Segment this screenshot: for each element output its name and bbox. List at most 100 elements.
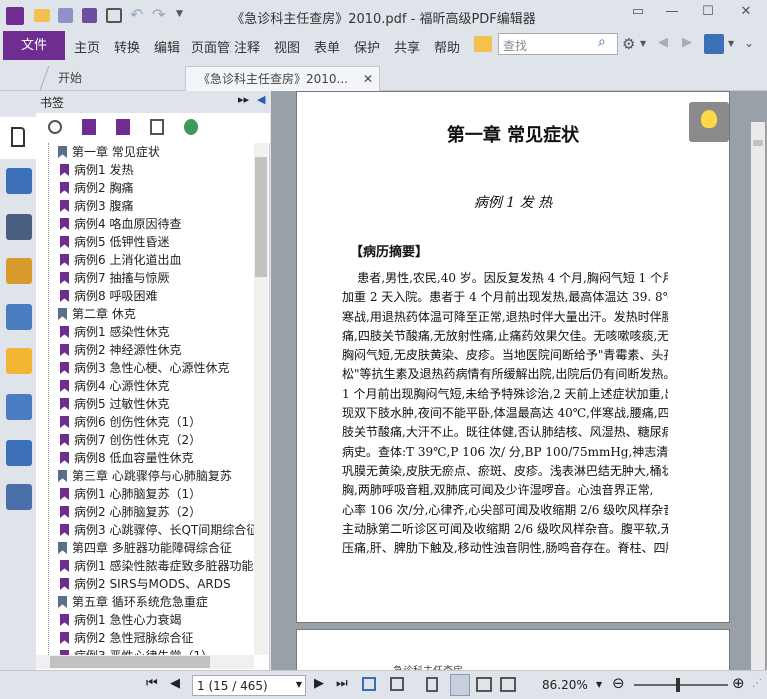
bookmark-item[interactable]: 病例1 感染性休克 (60, 323, 169, 341)
bookmark-item[interactable]: 病例3 腹痛 (60, 197, 133, 215)
bookmark-item[interactable]: 病例2 急性冠脉综合征 (60, 629, 193, 647)
expand-panel-icon[interactable]: ▸▸ (238, 93, 249, 106)
collapse-panel-icon[interactable]: ◀ (257, 93, 265, 106)
bookmark-item[interactable]: 病例6 创伤性休克（1） (60, 413, 201, 431)
zoom-slider-track[interactable] (634, 684, 728, 686)
hscroll-thumb[interactable] (50, 656, 210, 668)
resize-grip-icon[interactable]: ⋰ (752, 678, 762, 689)
bookmark-item[interactable]: 病例1 感染性脓毒症致多脏器功能 (60, 557, 253, 575)
new-bookmark-icon[interactable] (150, 119, 164, 135)
user-avatar-icon[interactable] (704, 34, 724, 54)
doc-scroll-thumb[interactable] (753, 140, 763, 146)
continuous-facing-icon[interactable] (500, 677, 516, 692)
bookmark-item[interactable]: 病例3 心跳骤停、长QT间期综合征 (60, 521, 254, 539)
menu-view[interactable]: 视图 (274, 37, 300, 56)
delete-bookmark-icon[interactable] (184, 119, 198, 135)
bookmark-item[interactable]: 病例1 发热 (60, 161, 133, 179)
page-dropdown-icon[interactable]: ▼ (296, 680, 302, 689)
previous-view-icon[interactable] (362, 677, 376, 691)
restore-ribbon-icon[interactable]: ▭ (626, 4, 650, 24)
tab-start[interactable]: 开始 (58, 66, 82, 91)
zoom-in-icon[interactable]: ⊕ (732, 674, 745, 692)
scroll-thumb[interactable] (255, 157, 267, 277)
menu-form[interactable]: 表单 (314, 37, 340, 56)
bookmark-chapter[interactable]: 第五章 循环系统危急重症 (58, 593, 208, 611)
tell-me-icon[interactable] (474, 36, 492, 52)
close-tab-icon[interactable]: ✕ (363, 67, 373, 91)
tab-document[interactable]: 《急诊科主任查房》2010... ✕ (185, 66, 380, 91)
bookmark-item[interactable]: 病例8 呼吸困难 (60, 287, 157, 305)
hint-button[interactable] (689, 102, 729, 142)
next-page-icon[interactable]: ▶ (314, 676, 324, 691)
bookmark-item[interactable]: 病例5 低钾性昏迷 (60, 233, 169, 251)
bookmark-item[interactable]: 病例2 胸痛 (60, 179, 133, 197)
bookmark-icon (60, 218, 69, 230)
menu-comment[interactable]: 注释 (234, 37, 260, 56)
close-window-icon[interactable]: ✕ (734, 4, 758, 24)
bookmark-chapter[interactable]: 第三章 心跳骤停与心肺脑复苏 (58, 467, 232, 485)
zoom-slider-thumb[interactable] (676, 678, 680, 692)
layers-icon[interactable] (6, 214, 32, 240)
user-dropdown-icon[interactable]: ▼ (728, 39, 734, 48)
menu-edit[interactable]: 编辑 (154, 37, 180, 56)
bookmark-item[interactable]: 病例3 急性心梗、心源性休克 (60, 359, 229, 377)
zoom-level[interactable]: 86.20% (542, 678, 588, 692)
menu-convert[interactable]: 转换 (114, 37, 140, 56)
bookmark-item[interactable]: 病例1 急性心力衰竭 (60, 611, 181, 629)
first-page-icon[interactable]: ⏮ (146, 676, 158, 691)
fields-icon[interactable] (6, 440, 32, 466)
minimize-icon[interactable]: — (660, 4, 684, 24)
bookmark-item[interactable]: 病例5 过敏性休克 (60, 395, 169, 413)
page-number-input[interactable]: 1 (15 / 465) ▼ (192, 675, 306, 696)
expand-bookmark-icon[interactable] (116, 119, 130, 135)
settings-dropdown-icon[interactable]: ▼ (640, 39, 646, 48)
search-icon[interactable]: ⌕ (598, 34, 606, 50)
bookmark-item[interactable]: 病例2 SIRS与MODS、ARDS (60, 575, 231, 593)
pages-thumbnail-icon[interactable] (6, 168, 32, 194)
menu-help[interactable]: 帮助 (434, 37, 460, 56)
bookmark-item[interactable]: 病例8 低血容量性休克 (60, 449, 193, 467)
menu-page-management[interactable]: 页面管理 (191, 37, 231, 56)
maximize-icon[interactable]: ☐ (696, 4, 720, 24)
ribbon-collapse-icon[interactable]: ⌄ (744, 36, 754, 50)
bookmark-panel-title: 书签 (40, 96, 65, 110)
bookmark-vertical-scrollbar[interactable] (254, 143, 268, 655)
comments-icon[interactable] (6, 258, 32, 284)
last-page-icon[interactable]: ⏭ (336, 676, 348, 691)
settings-gear-icon[interactable]: ⚙ (622, 35, 635, 53)
security-lock-icon[interactable] (6, 348, 32, 374)
bookmark-chapter[interactable]: 第一章 常见症状 (58, 143, 160, 161)
continuous-page-icon[interactable] (450, 674, 470, 696)
bookmark-item[interactable]: 病例7 创伤性休克（2） (60, 431, 201, 449)
bookmark-item[interactable]: 病例4 心源性休克 (60, 377, 169, 395)
bookmark-item[interactable]: 病例3 恶性心律失常（1） (60, 647, 213, 655)
attachments-icon[interactable] (6, 304, 32, 330)
bookmark-horizontal-scrollbar[interactable] (36, 655, 254, 669)
bookmark-options-icon[interactable] (48, 120, 62, 134)
zoom-dropdown-icon[interactable]: ▼ (596, 680, 602, 689)
add-bookmark-icon[interactable] (82, 119, 96, 135)
bookmark-item[interactable]: 病例4 咯血原因待查 (60, 215, 181, 233)
single-page-icon[interactable] (426, 677, 438, 692)
nav-forward-icon[interactable]: ▶ (682, 35, 692, 50)
bookmark-item[interactable]: 病例1 心肺脑复苏（1） (60, 485, 201, 503)
nav-back-icon[interactable]: ◀ (658, 35, 668, 50)
content-icon[interactable] (6, 394, 32, 420)
next-view-icon[interactable] (390, 677, 404, 691)
bookmark-chapter[interactable]: 第二章 休克 (58, 305, 136, 323)
signatures-icon[interactable] (6, 484, 32, 510)
zoom-out-icon[interactable]: ⊖ (612, 674, 625, 692)
bookmark-item[interactable]: 病例7 抽搐与惊厥 (60, 269, 169, 287)
file-menu-button[interactable]: 文件 (3, 31, 65, 60)
bookmark-chapter[interactable]: 第四章 多脏器功能障碍综合征 (58, 539, 232, 557)
bookmark-item[interactable]: 病例6 上消化道出血 (60, 251, 181, 269)
menu-share[interactable]: 共享 (394, 37, 420, 56)
menu-protect[interactable]: 保护 (354, 37, 380, 56)
menu-home[interactable]: 主页 (74, 37, 100, 56)
bookmark-panel-button[interactable] (0, 117, 36, 159)
bookmark-item[interactable]: 病例2 神经源性休克 (60, 341, 181, 359)
prev-page-icon[interactable]: ◀ (170, 676, 180, 691)
facing-page-icon[interactable] (476, 677, 492, 692)
document-vertical-scrollbar[interactable] (751, 122, 765, 670)
bookmark-item[interactable]: 病例2 心肺脑复苏（2） (60, 503, 201, 521)
